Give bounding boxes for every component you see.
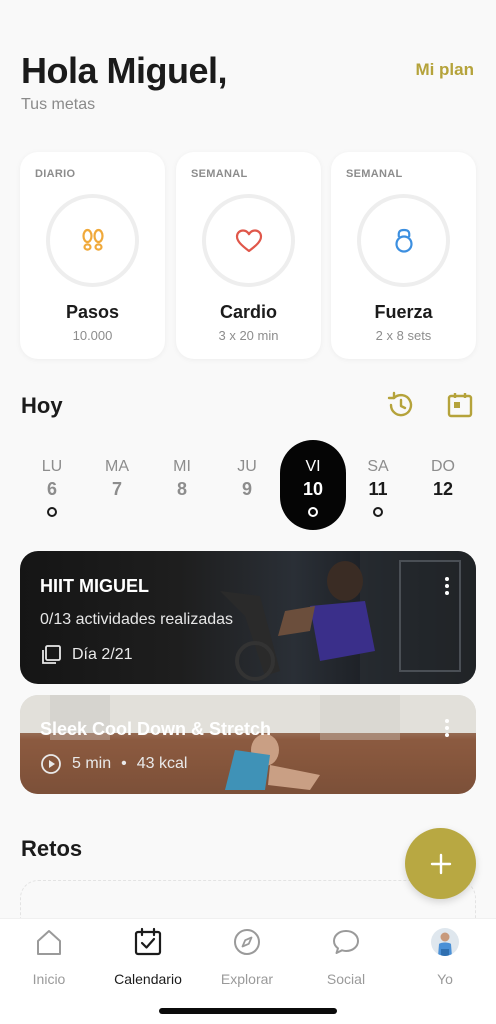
day-number: 12 (432, 479, 454, 499)
workout-meta: Día 2/21 (40, 644, 132, 666)
goal-value: 2 x 8 sets (375, 328, 432, 343)
meta-separator: • (121, 755, 127, 772)
day-tuesday[interactable]: MA 7 (84, 458, 150, 530)
activity-dot (308, 507, 318, 517)
goal-card-strength[interactable]: SEMANAL Fuerza 2 x 8 sets (331, 152, 476, 359)
workout-card-hiit[interactable]: HIIT MIGUEL 0/13 actividades realizadas … (20, 551, 476, 684)
activity-dot (373, 507, 383, 517)
tab-explorar[interactable]: Explorar (199, 927, 295, 987)
goal-title: Pasos (65, 302, 120, 322)
goal-card-steps[interactable]: DIARIO Pasos 10.000 (20, 152, 165, 359)
greeting-title: Hola Miguel, (21, 50, 228, 91)
day-number: 6 (46, 479, 57, 499)
home-icon (37, 930, 61, 955)
workout-progress: 0/13 actividades realizadas (40, 611, 234, 628)
day-thursday[interactable]: JU 9 (214, 458, 280, 530)
avatar (431, 928, 459, 956)
history-icon[interactable] (385, 390, 415, 420)
tab-label: Yo (437, 971, 453, 987)
goal-card-cardio[interactable]: SEMANAL Cardio 3 x 20 min (176, 152, 321, 359)
day-number: 11 (368, 479, 388, 499)
day-number: 7 (111, 479, 122, 499)
goal-progress-ring (46, 194, 139, 287)
today-title: Hoy (21, 393, 63, 418)
kettlebell-icon (394, 228, 413, 253)
day-name: MA (105, 458, 129, 475)
tab-calendario[interactable]: Calendario (100, 927, 196, 987)
workout-duration: 5 min (72, 755, 112, 772)
activity-dot (47, 507, 57, 517)
goal-progress-ring (357, 194, 450, 287)
my-plan-link[interactable]: Mi plan (415, 60, 474, 80)
tab-label: Inicio (32, 971, 66, 987)
calendar-icon[interactable] (445, 390, 475, 420)
tab-label: Social (326, 971, 366, 987)
tab-inicio[interactable]: Inicio (1, 927, 97, 987)
workout-title: HIIT MIGUEL (40, 576, 149, 596)
day-sunday[interactable]: DO 12 (410, 458, 476, 530)
workout-meta: 5 min • 43 kcal (40, 753, 187, 775)
heart-icon (235, 228, 262, 252)
workout-photo (20, 695, 476, 794)
day-number: 9 (241, 479, 252, 499)
goal-progress-ring (202, 194, 295, 287)
more-options-icon[interactable] (444, 719, 450, 740)
goal-title: Cardio (219, 302, 277, 322)
day-monday[interactable]: LU 6 (19, 458, 85, 530)
day-name: JU (237, 458, 257, 475)
play-circle-icon (41, 754, 61, 774)
goal-period: SEMANAL (346, 168, 403, 180)
tab-label: Calendario (114, 971, 182, 987)
day-name: SA (367, 458, 389, 475)
day-saturday[interactable]: SA 11 (345, 458, 411, 530)
goal-value: 10.000 (72, 328, 113, 343)
pages-icon (42, 645, 61, 664)
day-name: MI (173, 458, 191, 475)
day-friday-selected[interactable]: VI 10 (280, 440, 346, 530)
workout-day: Día 2/21 (72, 646, 133, 663)
goal-title: Fuerza (374, 302, 433, 322)
plus-icon (430, 853, 451, 874)
home-indicator (159, 1008, 337, 1014)
goal-period: DIARIO (35, 168, 76, 180)
more-options-icon[interactable] (444, 577, 450, 598)
day-name: VI (305, 458, 321, 475)
goals-subtitle: Tus metas (21, 96, 96, 113)
day-name: DO (431, 458, 455, 475)
tab-label: Explorar (220, 971, 274, 987)
add-button[interactable] (405, 828, 476, 899)
calendar-check-icon (134, 927, 162, 956)
chat-bubble-icon (333, 930, 359, 954)
day-name: LU (41, 458, 63, 475)
day-wednesday[interactable]: MI 8 (149, 458, 215, 530)
workout-card-stretch[interactable]: Sleek Cool Down & Stretch 5 min • 43 kca… (20, 695, 476, 794)
footprints-icon (81, 228, 104, 251)
tab-social[interactable]: Social (298, 927, 394, 987)
compass-icon (234, 929, 260, 955)
workout-kcal: 43 kcal (136, 755, 188, 772)
day-number: 8 (176, 479, 187, 499)
goal-value: 3 x 20 min (218, 328, 279, 343)
tab-yo[interactable]: Yo (397, 927, 493, 987)
challenges-title: Retos (21, 836, 83, 861)
workout-title: Sleek Cool Down & Stretch (40, 719, 272, 739)
day-number: 10 (302, 479, 324, 499)
goal-period: SEMANAL (191, 168, 248, 180)
